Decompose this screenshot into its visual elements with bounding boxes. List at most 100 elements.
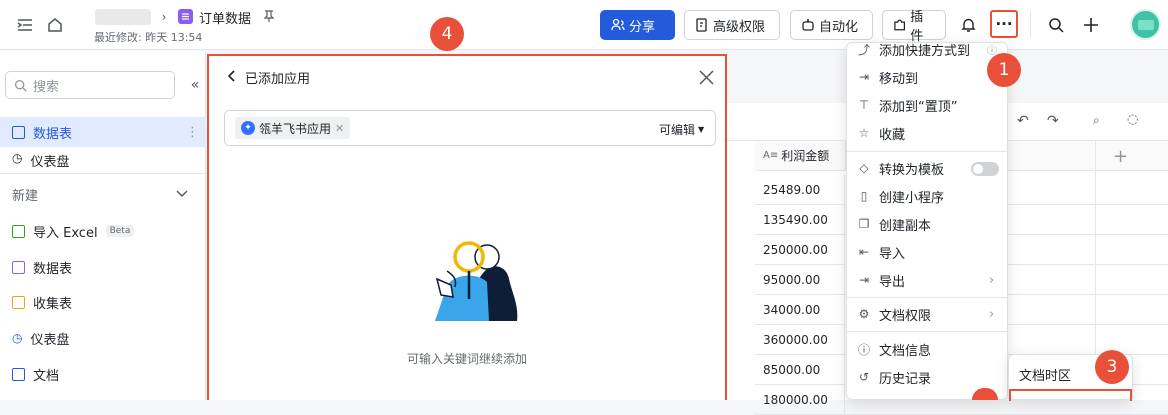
table-icon [12, 260, 25, 274]
table-cell[interactable]: 95000.00 [755, 264, 845, 295]
menu-item-label: 转换为模板 [879, 162, 945, 178]
app-selector-input[interactable]: ✦ 瓴羊飞书应用 ✕ 可编辑 ▼ [224, 110, 716, 146]
empty-illustration [417, 231, 522, 325]
back-icon[interactable] [227, 69, 235, 86]
menu-item-create-miniapp[interactable]: ▯ 创建小程序 [847, 182, 1007, 210]
annotation-badge-4: 4 [430, 17, 464, 51]
copy-icon: ❐ [858, 217, 870, 231]
permission-icon [696, 18, 707, 32]
search-icon [14, 79, 27, 92]
plugin-button[interactable]: 插件 [882, 10, 946, 44]
chevron-right-icon: › [989, 272, 995, 288]
plus-icon[interactable] [1080, 14, 1102, 36]
menu-divider [847, 297, 1007, 298]
dialog-title: 已添加应用 [245, 72, 311, 87]
divider [1030, 12, 1031, 38]
collapse-icon[interactable]: « [186, 76, 204, 94]
menu-item-favorite[interactable]: ☆ 收藏 [847, 119, 1007, 147]
dashboard-icon: ◷ [12, 331, 23, 345]
menu-item-label: 创建副本 [879, 218, 932, 234]
search-input[interactable]: 搜索 [5, 71, 175, 99]
search-icon[interactable] [1045, 14, 1067, 36]
bell-icon[interactable] [957, 14, 979, 36]
plugin-label: 插件 [910, 10, 924, 44]
menu-item-doc-permission[interactable]: ⚙ 文档权限 › [847, 300, 1007, 328]
last-modified: 最近修改: 昨天 13:54 [94, 31, 203, 44]
share-label: 分享 [629, 19, 656, 35]
menu-item-label: 添加快捷方式到 [879, 43, 971, 59]
table-cell[interactable]: 360000.00 [755, 324, 845, 355]
permission-select[interactable]: 可编辑 ▼ [659, 121, 704, 138]
home-icon[interactable] [44, 14, 66, 36]
menu-item-label: 导出 [879, 274, 906, 290]
column-header[interactable]: A≡ 利润金额 [755, 140, 846, 171]
new-item-doc[interactable]: 文档 [0, 359, 206, 389]
menu-item-pin-top[interactable]: ⊤ 添加到“置顶” [847, 91, 1007, 119]
new-item-import-excel[interactable]: 导入 Excel Beta [0, 216, 206, 246]
close-icon[interactable] [697, 68, 715, 86]
new-item-label: 文档 [33, 368, 60, 384]
undo-icon[interactable]: ↶ [1017, 113, 1029, 129]
comment-icon[interactable]: ◌ [1127, 112, 1138, 127]
menu-item-import[interactable]: ⇤ 导入 [847, 238, 1007, 266]
template-toggle[interactable] [971, 162, 999, 176]
excel-icon [12, 224, 25, 238]
table-cell[interactable]: 250000.00 [755, 234, 845, 265]
advanced-permission-label: 高级权限 [713, 19, 766, 35]
submenu-item-timezone[interactable]: 文档时区 [1019, 365, 1071, 384]
add-column-icon[interactable]: + [1113, 146, 1128, 167]
doc-title[interactable]: 订单数据 [199, 8, 251, 27]
puzzle-icon [894, 19, 906, 31]
remove-chip-icon[interactable]: ✕ [335, 122, 344, 135]
menu-item-export[interactable]: ⇥ 导出 › [847, 266, 1007, 294]
sidebar-item-dashboard[interactable]: ◷ 仪表盘 [0, 151, 206, 171]
menu-item-doc-info[interactable]: ⓘ 文档信息 [847, 335, 1007, 363]
new-item-label: 收集表 [33, 296, 73, 312]
menu-item-label: 导入 [879, 246, 906, 262]
new-section-header[interactable]: 新建 [0, 179, 206, 209]
more-button[interactable]: ··· [990, 10, 1018, 38]
search-placeholder: 搜索 [33, 79, 60, 95]
advanced-permission-button[interactable]: 高级权限 [684, 10, 780, 40]
history-icon: ↺ [858, 370, 870, 384]
menu-item-label: 移动到 [879, 71, 919, 87]
phone-icon: ▯ [860, 189, 868, 203]
menu-item-move-to[interactable]: ⇥ 移动到 [847, 63, 1007, 91]
menu-item-add-shortcut[interactable]: ⤴ 添加快捷方式到 ⓘ [847, 43, 1007, 63]
pin-icon[interactable] [262, 9, 276, 23]
column-header-label: 利润金额 [781, 149, 830, 163]
find-icon[interactable]: ⌕ [1093, 113, 1100, 128]
app-icon: ✦ [241, 121, 255, 135]
share-button[interactable]: 分享 [600, 10, 675, 40]
pin-icon: ⊤ [858, 98, 870, 112]
users-icon [611, 18, 625, 31]
redo-icon[interactable]: ↷ [1047, 113, 1059, 129]
automation-button[interactable]: 自动化 [790, 10, 873, 40]
menu-item-label: 文档信息 [879, 343, 932, 359]
menu-item-history[interactable]: ↺ 历史记录 [847, 363, 1007, 391]
menu-item-label: 创建小程序 [879, 190, 945, 206]
sidebar-toggle-icon[interactable] [14, 14, 36, 36]
table-cell[interactable]: 34000.00 [755, 294, 845, 325]
submenu-highlight [1009, 389, 1132, 401]
chevron-down-icon [176, 187, 188, 202]
beta-badge: Beta [105, 225, 135, 237]
app-chip[interactable]: ✦ 瓴羊飞书应用 ✕ [235, 117, 351, 139]
table-cell[interactable]: 25489.00 [755, 174, 845, 205]
star-icon: ☆ [858, 126, 870, 140]
new-item-dashboard[interactable]: ◷ 仪表盘 [0, 323, 206, 353]
sidebar-item-label: 数据表 [33, 126, 73, 142]
info-icon: ⓘ [857, 342, 870, 357]
sidebar-item-datatable[interactable]: 数据表 ⋮ [0, 117, 206, 147]
avatar[interactable] [1130, 9, 1161, 40]
table-cell[interactable]: 85000.00 [755, 354, 845, 385]
table-cell[interactable]: 135490.00 [755, 204, 845, 235]
automation-label: 自动化 [819, 19, 859, 35]
more-vertical-icon[interactable]: ⋮ [186, 125, 199, 140]
menu-item-duplicate[interactable]: ❐ 创建副本 [847, 210, 1007, 238]
new-item-datatable[interactable]: 数据表 [0, 252, 206, 282]
menu-item-convert-template[interactable]: ◇ 转换为模板 [847, 154, 1007, 182]
menu-item-label: 历史记录 [879, 371, 932, 387]
new-item-form[interactable]: 收集表 [0, 287, 206, 317]
chevron-right-icon: › [989, 306, 995, 322]
